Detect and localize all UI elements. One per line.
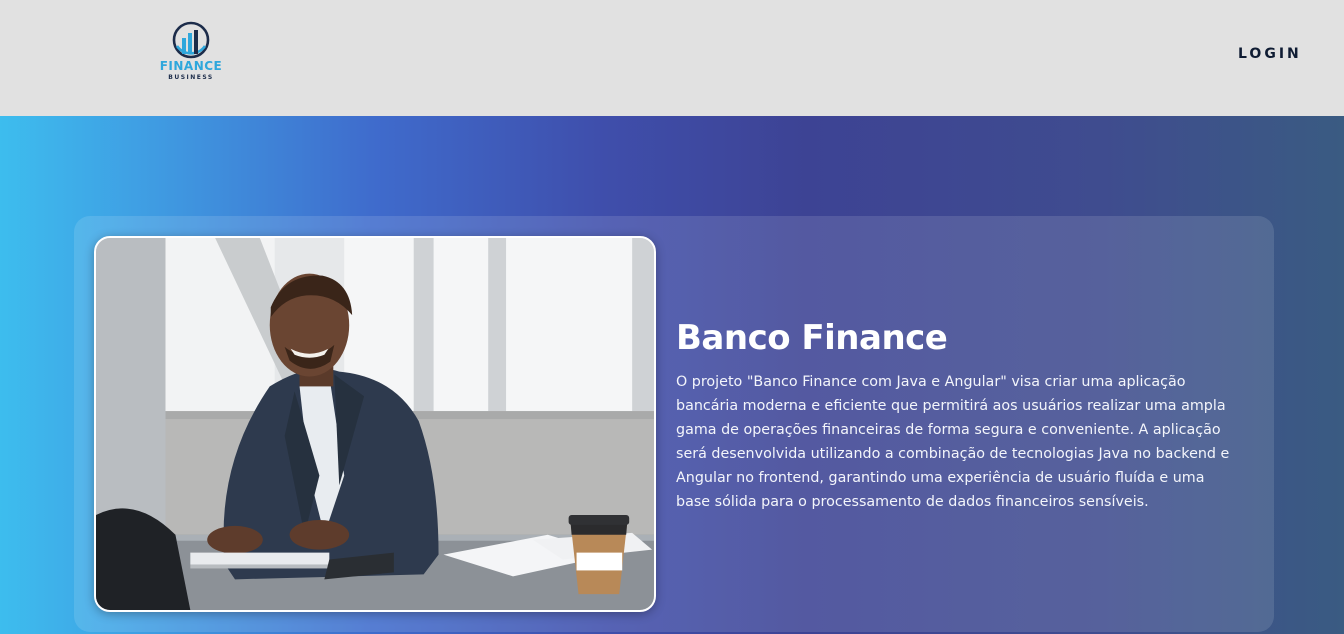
brand-logo[interactable]: FINANCE BUSINESS	[158, 20, 224, 92]
hero-description: O projeto "Banco Finance com Java e Angu…	[676, 374, 1230, 510]
businessman-photo-illustration	[96, 238, 654, 610]
login-link[interactable]: LOGIN	[1238, 46, 1302, 62]
hero-section: Banco Finance O projeto "Banco Finance c…	[0, 116, 1344, 634]
logo-subtitle: BUSINESS	[168, 74, 214, 81]
navbar: FINANCE BUSINESS LOGIN	[0, 0, 1344, 116]
hero-text: Banco Finance O projeto "Banco Finance c…	[676, 316, 1236, 514]
hero-card: Banco Finance O projeto "Banco Finance c…	[74, 216, 1274, 632]
hero-title: Banco Finance	[676, 318, 948, 358]
hero-photo	[94, 236, 656, 612]
logo-title: FINANCE	[159, 59, 223, 73]
bar-chart-circle-icon	[172, 21, 210, 59]
